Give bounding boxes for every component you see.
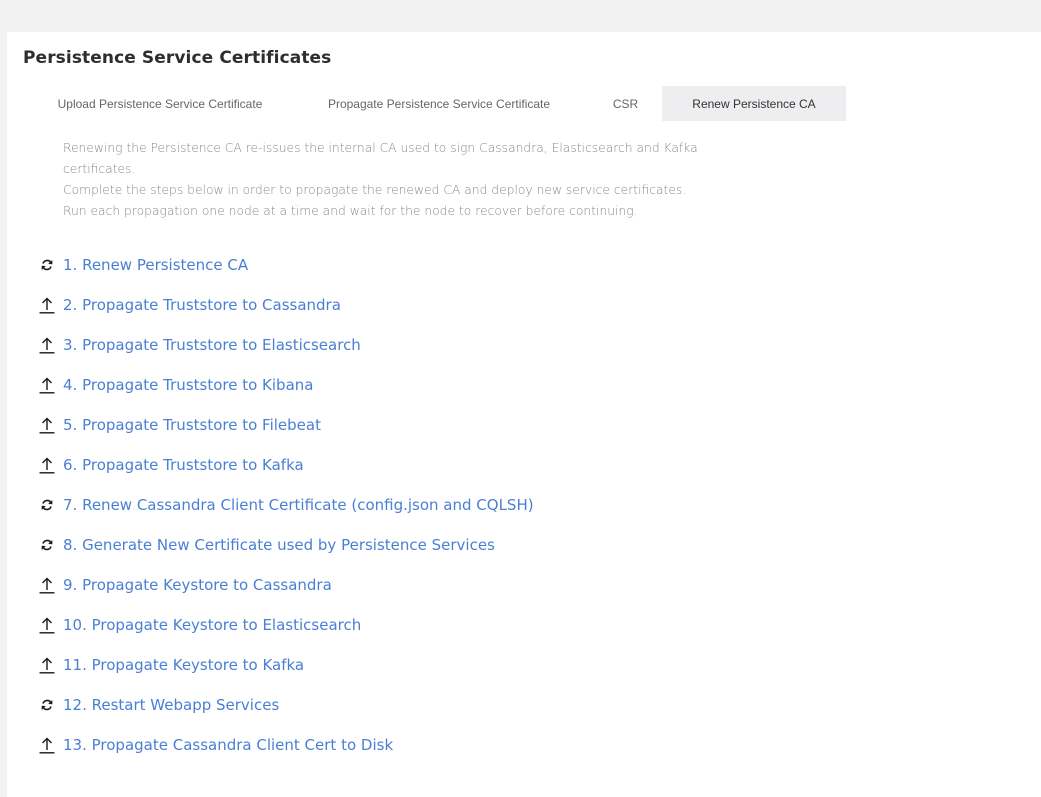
tab-propagate-persistence-service-certificate[interactable]: Propagate Persistence Service Certificat… — [289, 86, 589, 121]
upload-icon — [37, 295, 57, 315]
tab-bar: Upload Persistence Service Certificate P… — [31, 86, 846, 121]
step-label[interactable]: 4. Propagate Truststore to Kibana — [63, 376, 313, 394]
step-item[interactable]: 10. Propagate Keystore to Elasticsearch — [37, 605, 534, 645]
upload-icon — [37, 375, 57, 395]
description-line: Renewing the Persistence CA re-issues th… — [63, 141, 698, 176]
step-label[interactable]: 11. Propagate Keystore to Kafka — [63, 656, 304, 674]
step-item[interactable]: 8. Generate New Certificate used by Pers… — [37, 525, 534, 565]
step-label[interactable]: 13. Propagate Cassandra Client Cert to D… — [63, 736, 393, 754]
step-label[interactable]: 1. Renew Persistence CA — [63, 256, 248, 274]
step-label[interactable]: 9. Propagate Keystore to Cassandra — [63, 576, 332, 594]
step-label[interactable]: 10. Propagate Keystore to Elasticsearch — [63, 616, 361, 634]
step-item[interactable]: 4. Propagate Truststore to Kibana — [37, 365, 534, 405]
refresh-icon — [37, 495, 57, 515]
refresh-icon — [37, 695, 57, 715]
upload-icon — [37, 735, 57, 755]
step-item[interactable]: 13. Propagate Cassandra Client Cert to D… — [37, 725, 534, 765]
page-title: Persistence Service Certificates — [23, 48, 332, 68]
refresh-icon — [37, 255, 57, 275]
tab-renew-persistence-ca[interactable]: Renew Persistence CA — [662, 86, 846, 121]
step-item[interactable]: 12. Restart Webapp Services — [37, 685, 534, 725]
refresh-icon — [37, 535, 57, 555]
description: Renewing the Persistence CA re-issues th… — [63, 138, 743, 222]
step-item[interactable]: 2. Propagate Truststore to Cassandra — [37, 285, 534, 325]
step-item[interactable]: 7. Renew Cassandra Client Certificate (c… — [37, 485, 534, 525]
step-item[interactable]: 5. Propagate Truststore to Filebeat — [37, 405, 534, 445]
step-label[interactable]: 8. Generate New Certificate used by Pers… — [63, 536, 495, 554]
tab-csr[interactable]: CSR — [589, 86, 662, 121]
description-line: Run each propagation one node at a time … — [63, 204, 638, 218]
step-list: 1. Renew Persistence CA 2. Propagate Tru… — [37, 245, 534, 765]
step-label[interactable]: 3. Propagate Truststore to Elasticsearch — [63, 336, 361, 354]
step-label[interactable]: 12. Restart Webapp Services — [63, 696, 279, 714]
certificates-panel: Persistence Service Certificates Upload … — [7, 32, 1041, 797]
upload-icon — [37, 655, 57, 675]
tab-upload-persistence-service-certificate[interactable]: Upload Persistence Service Certificate — [31, 86, 289, 121]
step-label[interactable]: 2. Propagate Truststore to Cassandra — [63, 296, 341, 314]
step-item[interactable]: 11. Propagate Keystore to Kafka — [37, 645, 534, 685]
upload-icon — [37, 455, 57, 475]
upload-icon — [37, 335, 57, 355]
step-item[interactable]: 6. Propagate Truststore to Kafka — [37, 445, 534, 485]
step-item[interactable]: 9. Propagate Keystore to Cassandra — [37, 565, 534, 605]
step-item[interactable]: 3. Propagate Truststore to Elasticsearch — [37, 325, 534, 365]
step-item[interactable]: 1. Renew Persistence CA — [37, 245, 534, 285]
upload-icon — [37, 615, 57, 635]
description-line: Complete the steps below in order to pro… — [63, 183, 687, 197]
step-label[interactable]: 7. Renew Cassandra Client Certificate (c… — [63, 496, 534, 514]
upload-icon — [37, 575, 57, 595]
step-label[interactable]: 5. Propagate Truststore to Filebeat — [63, 416, 321, 434]
step-label[interactable]: 6. Propagate Truststore to Kafka — [63, 456, 304, 474]
upload-icon — [37, 415, 57, 435]
